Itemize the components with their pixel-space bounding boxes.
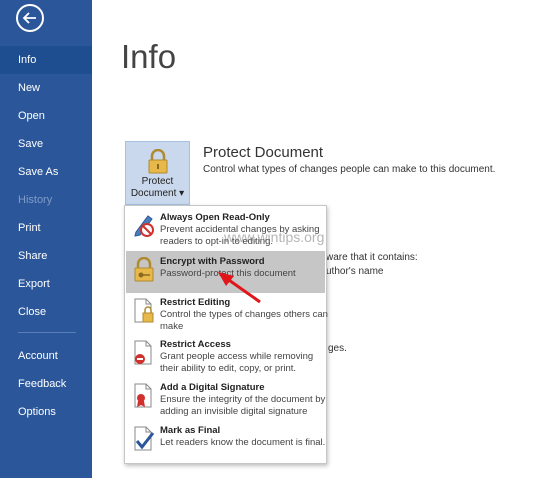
protect-button-label-line1: Protect (141, 176, 174, 187)
menu-item-description: Let readers know the document is final. (160, 437, 326, 448)
restrict-access-icon (134, 340, 152, 365)
watermark-text: www.wintips.org (224, 229, 325, 245)
sidebar-item-options[interactable]: Options (0, 398, 92, 426)
protect-button-label-line2: Document ▾ (130, 188, 185, 199)
protect-document-description: Control what types of changes people can… (203, 164, 496, 175)
inspect-text-partial: ware that it contains: (326, 252, 418, 263)
menu-item-title: Add a Digital Signature (160, 382, 265, 393)
sidebar-item-save-as[interactable]: Save As (0, 158, 92, 186)
protect-document-button[interactable]: Protect Document ▾ (125, 141, 190, 205)
sidebar-divider (18, 332, 76, 333)
back-arrow-icon (22, 12, 36, 24)
menu-item-title: Mark as Final (160, 425, 221, 436)
sidebar-item-account[interactable]: Account (0, 342, 92, 370)
sidebar-item-share[interactable]: Share (0, 242, 92, 270)
read-only-icon (134, 215, 154, 237)
menu-item-title: Restrict Access (160, 339, 231, 350)
menu-item-restrict-access[interactable]: Restrict Access Grant people access whil… (126, 336, 325, 378)
sidebar-item-save[interactable]: Save (0, 130, 92, 158)
sidebar-item-export[interactable]: Export (0, 270, 92, 298)
restrict-editing-icon (134, 298, 154, 323)
menu-item-title: Always Open Read-Only (160, 212, 270, 223)
sidebar-item-open[interactable]: Open (0, 102, 92, 130)
menu-item-add-digital-signature[interactable]: Add a Digital Signature Ensure the integ… (126, 379, 325, 421)
menu-item-mark-as-final[interactable]: Mark as Final Let readers know the docum… (126, 422, 325, 462)
menu-item-description: Grant people access while removing their… (160, 351, 314, 374)
mark-as-final-icon (134, 426, 155, 451)
sidebar-item-history: History (18, 194, 53, 206)
menu-item-title: Encrypt with Password (160, 256, 265, 267)
sidebar-item-close[interactable]: Close (0, 298, 92, 326)
author-name-partial: uthor's name (326, 266, 384, 277)
back-button[interactable] (16, 4, 44, 32)
key-lock-icon (134, 257, 154, 282)
menu-item-description: Control the types of changes others can … (160, 309, 328, 332)
menu-item-description: Ensure the integrity of the document by … (160, 394, 326, 417)
lock-icon (148, 149, 168, 174)
backstage-sidebar: Info New Open Save Save As History Print… (0, 0, 92, 478)
sidebar-item-feedback[interactable]: Feedback (0, 370, 92, 398)
versions-text-partial: ges. (328, 343, 347, 354)
protect-document-heading: Protect Document (203, 144, 324, 161)
digital-signature-icon (134, 383, 152, 408)
sidebar-item-new[interactable]: New (0, 74, 92, 102)
sidebar-item-print[interactable]: Print (0, 214, 92, 242)
sidebar-item-info[interactable]: Info (0, 46, 92, 74)
page-title: Info (121, 38, 177, 75)
red-arrow-annotation-icon (218, 272, 261, 304)
